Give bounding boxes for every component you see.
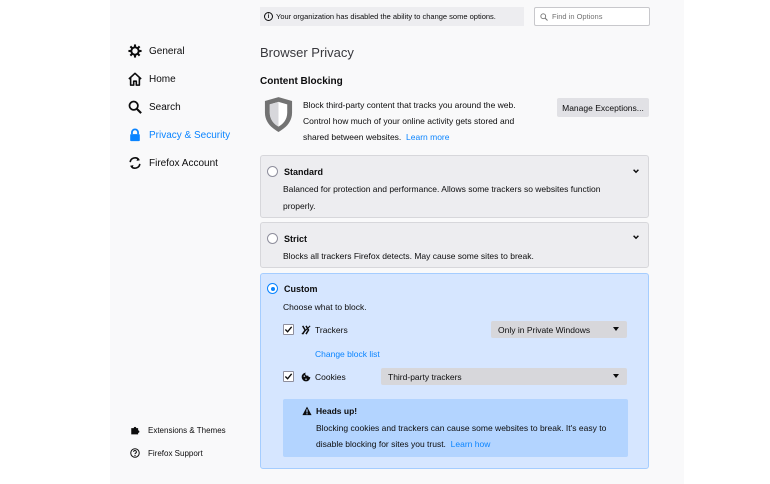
- learn-how-link[interactable]: Learn how: [451, 439, 491, 449]
- sidebar-item-label: Home: [149, 73, 176, 85]
- chevron-down-icon[interactable]: [632, 233, 640, 241]
- custom-choose-text: Choose what to block.: [283, 302, 367, 312]
- search-icon: [540, 12, 548, 21]
- puzzle-icon: [130, 425, 140, 435]
- dropdown-arrow-icon: [613, 327, 619, 331]
- cookie-icon: [301, 372, 311, 382]
- gear-icon: [128, 44, 142, 58]
- sidebar-item-privacy-security[interactable]: Privacy & Security: [128, 125, 230, 145]
- change-block-list-link[interactable]: Change block list: [315, 349, 380, 359]
- preferences-window: General Home Search Privacy & Security F…: [110, 0, 684, 484]
- heads-up-text: Blocking cookies and trackers can cause …: [316, 423, 607, 449]
- sync-icon: [128, 156, 142, 170]
- content-blocking-description: Block third-party content that tracks yo…: [303, 100, 516, 142]
- trackers-dropdown-value: Only in Private Windows: [498, 324, 591, 335]
- strict-description: Blocks all trackers Firefox detects. May…: [283, 251, 534, 261]
- manage-exceptions-button[interactable]: Manage Exceptions...: [557, 98, 649, 117]
- info-icon: i: [264, 12, 273, 21]
- firefox-support-link[interactable]: Firefox Support: [130, 445, 203, 461]
- footer-item-label: Extensions & Themes: [148, 425, 226, 435]
- learn-more-link[interactable]: Learn more: [406, 132, 449, 142]
- standard-label: Standard: [284, 167, 324, 177]
- tracker-icon: [301, 325, 311, 335]
- lock-icon: [128, 128, 142, 142]
- standard-description: Balanced for protection and performance.…: [283, 184, 601, 211]
- sidebar-item-label: General: [149, 45, 185, 57]
- extensions-themes-link[interactable]: Extensions & Themes: [130, 422, 226, 438]
- sidebar-item-label: Privacy & Security: [149, 129, 231, 141]
- custom-label: Custom: [284, 284, 318, 294]
- custom-radio[interactable]: [267, 283, 278, 294]
- sidebar-item-firefox-account[interactable]: Firefox Account: [128, 153, 218, 173]
- sidebar-item-home[interactable]: Home: [128, 69, 176, 89]
- strict-option-card[interactable]: Strict Blocks all trackers Firefox detec…: [260, 222, 649, 268]
- shield-icon: [264, 97, 293, 132]
- sidebar: General Home Search Privacy & Security F…: [110, 0, 250, 484]
- checkmark-icon: [284, 326, 293, 333]
- dropdown-arrow-icon: [613, 374, 619, 378]
- sidebar-item-general[interactable]: General: [128, 41, 185, 61]
- cookies-dropdown-value: Third-party trackers: [388, 371, 462, 382]
- cookies-checkbox[interactable]: [283, 371, 294, 382]
- sidebar-item-label: Firefox Account: [149, 157, 218, 169]
- standard-option-card[interactable]: Standard Balanced for protection and per…: [260, 155, 649, 218]
- section-title: Content Blocking: [260, 76, 343, 87]
- standard-radio[interactable]: [267, 166, 278, 177]
- warning-icon: [302, 406, 312, 416]
- cookies-dropdown[interactable]: Third-party trackers: [381, 368, 627, 385]
- checkmark-icon: [284, 373, 293, 380]
- home-icon: [128, 72, 142, 86]
- policy-notice-text: Your organization has disabled the abili…: [276, 12, 496, 21]
- trackers-checkbox[interactable]: [283, 324, 294, 335]
- trackers-label: Trackers: [315, 325, 348, 335]
- chevron-down-icon[interactable]: [632, 167, 640, 175]
- find-in-options[interactable]: [534, 7, 650, 26]
- cookies-label: Cookies: [315, 372, 346, 382]
- search-icon: [128, 100, 142, 114]
- page-title: Browser Privacy: [260, 45, 354, 60]
- policy-notice: i Your organization has disabled the abi…: [260, 7, 524, 26]
- custom-option-card[interactable]: Custom Choose what to block. Trackers On…: [260, 273, 649, 469]
- heads-up-title: Heads up!: [316, 406, 358, 416]
- help-icon: [130, 448, 140, 458]
- footer-item-label: Firefox Support: [148, 448, 203, 458]
- sidebar-item-search[interactable]: Search: [128, 97, 181, 117]
- strict-label: Strict: [284, 234, 308, 244]
- sidebar-item-label: Search: [149, 101, 181, 113]
- heads-up-notice: Heads up! Blocking cookies and trackers …: [283, 399, 628, 457]
- trackers-dropdown[interactable]: Only in Private Windows: [491, 321, 627, 338]
- search-input[interactable]: [552, 12, 647, 21]
- strict-radio[interactable]: [267, 233, 278, 244]
